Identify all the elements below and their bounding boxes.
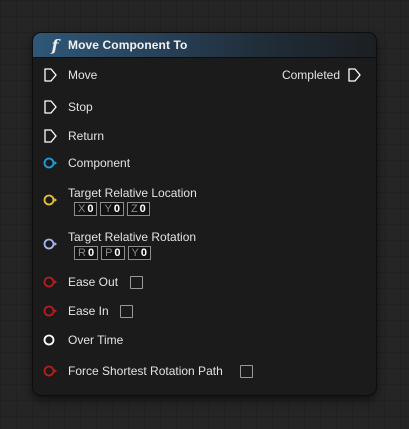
pin-label-ease-out: Ease Out <box>68 275 119 289</box>
location-y-field[interactable]: Y 0 <box>100 202 124 216</box>
move-row: Move Completed <box>33 67 376 83</box>
node-title: Move Component To <box>68 38 188 52</box>
bool-pin-icon[interactable] <box>42 363 58 379</box>
pin-label-completed: Completed <box>281 68 340 82</box>
pin-label-over-time: Over Time <box>68 333 124 347</box>
force-shortest-checkbox[interactable] <box>240 365 253 378</box>
node-header[interactable]: f Move Component To <box>33 33 376 58</box>
ease-in-checkbox[interactable] <box>120 305 133 318</box>
bool-pin-icon[interactable] <box>42 303 58 319</box>
vector-pin-icon[interactable] <box>42 192 58 208</box>
float-pin-icon[interactable] <box>42 332 58 348</box>
location-z-field[interactable]: Z 0 <box>126 202 150 216</box>
object-pin-icon[interactable] <box>42 155 58 171</box>
pin-label-move: Move <box>68 68 98 82</box>
ease-out-checkbox[interactable] <box>130 276 143 289</box>
move-component-to-node[interactable]: f Move Component To Move Completed Stop … <box>33 33 376 395</box>
pin-label-ease-in: Ease In <box>68 304 109 318</box>
rotator-pin-icon[interactable] <box>42 236 58 252</box>
pin-label-target-location: Target Relative Location <box>68 186 197 200</box>
rotation-y-field[interactable]: Y 0 <box>127 246 152 260</box>
function-f-icon: f <box>51 35 59 55</box>
pin-label-stop: Stop <box>68 100 93 114</box>
pin-label-component: Component <box>68 156 131 170</box>
exec-input-pin-move[interactable] <box>42 67 58 83</box>
rotation-p-field[interactable]: P 0 <box>101 246 125 260</box>
rotation-r-field[interactable]: R 0 <box>74 246 99 260</box>
exec-input-pin-stop[interactable] <box>42 99 58 115</box>
rotation-fields: R 0 P 0 Y 0 <box>74 246 152 260</box>
location-vector-fields: X 0 Y 0 Z 0 <box>74 202 150 216</box>
pin-label-target-rotation: Target Relative Rotation <box>68 230 197 244</box>
pin-label-return: Return <box>68 129 105 143</box>
location-x-field[interactable]: X 0 <box>74 202 98 216</box>
pin-label-force-shortest: Force Shortest Rotation Path <box>68 364 223 378</box>
exec-input-pin-return[interactable] <box>42 128 58 144</box>
bool-pin-icon[interactable] <box>42 274 58 290</box>
exec-output-pin-completed[interactable] <box>346 67 362 83</box>
